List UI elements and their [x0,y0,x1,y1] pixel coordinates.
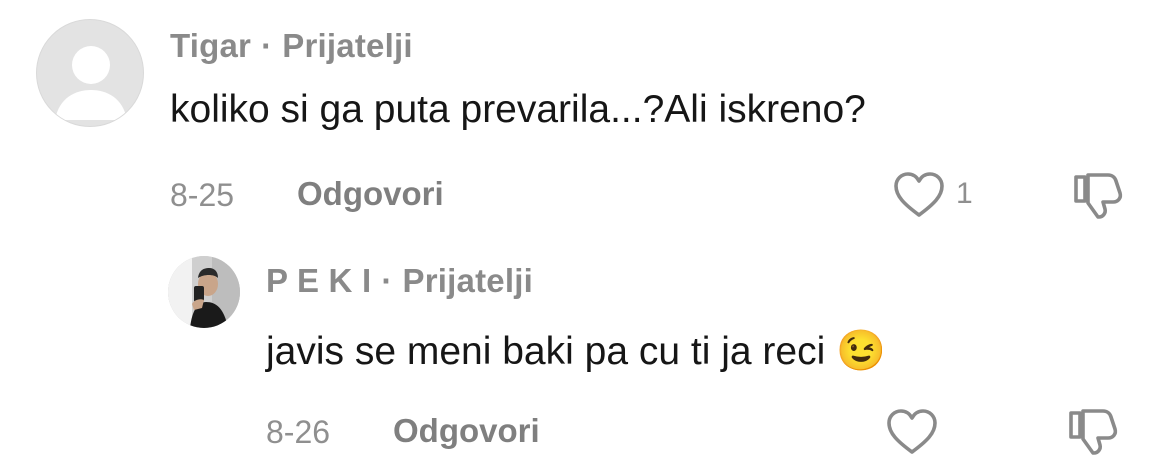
reply-header: P E K I · Prijatelji [266,262,533,300]
reply-text: javis se meni baki pa cu ti ja reci 😉 [266,327,886,374]
comment-header: Tigar · Prijatelji [170,27,413,65]
comment-text: koliko si ga puta prevarila...?Ali iskre… [170,88,866,131]
reply-button[interactable]: Odgovori [393,412,540,450]
relation-label: Prijatelji [402,262,533,299]
heart-icon[interactable] [892,171,946,219]
reply-button[interactable]: Odgovori [297,175,444,213]
reply-text-body: javis se meni baki pa cu ti ja reci [266,330,826,373]
like-count: 1 [956,177,973,210]
username[interactable]: Tigar [170,27,251,64]
username[interactable]: P E K I [266,262,371,299]
profile-photo [168,256,240,328]
comment-thread: Tigar · Prijatelji koliko si ga puta preva… [0,0,1170,462]
user-avatar[interactable] [168,256,240,328]
person-silhouette-icon [55,46,127,120]
heart-icon[interactable] [885,408,939,456]
reply-date: 8-26 [266,414,331,450]
comment-date: 8-25 [170,177,235,213]
separator-dot: · [261,27,273,64]
thumbs-down-icon[interactable] [1072,171,1124,219]
thumbs-down-icon[interactable] [1067,407,1119,455]
separator-dot: · [381,262,393,299]
user-avatar[interactable] [36,19,144,127]
winking-face-emoji: 😉 [836,329,886,373]
relation-label: Prijatelji [282,27,413,64]
